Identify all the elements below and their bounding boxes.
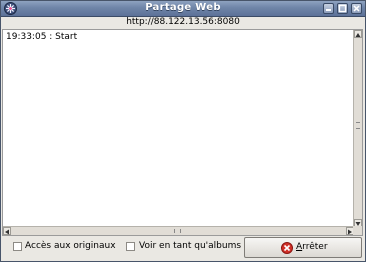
originals-checkbox[interactable] <box>13 242 22 251</box>
close-button[interactable] <box>351 3 362 14</box>
log-text-area[interactable]: 19:33:05 : Start <box>2 29 363 236</box>
minimize-icon <box>326 9 331 11</box>
maximize-button[interactable] <box>337 3 348 14</box>
stop-button-label: Arrêter <box>296 242 328 252</box>
stop-icon <box>281 242 293 254</box>
stop-button[interactable]: Arrêter <box>244 237 362 258</box>
app-window: Partage Web http://88.122.13.56:8080 19:… <box>0 0 366 262</box>
scroll-left-button[interactable] <box>3 227 11 235</box>
vertical-scroll-thumb[interactable] <box>356 122 360 129</box>
albums-checkbox[interactable] <box>126 242 135 251</box>
stop-label-rest: rrêter <box>302 242 328 252</box>
log-line: 19:33:05 : Start <box>6 32 78 42</box>
window-title: Partage Web <box>145 2 221 13</box>
minimize-button[interactable] <box>323 3 334 14</box>
scrollbar-corner <box>353 226 362 235</box>
arrow-up-icon <box>355 33 361 37</box>
horizontal-scrollbar[interactable] <box>3 226 354 235</box>
scroll-up-button[interactable] <box>354 30 362 38</box>
arrow-left-icon <box>5 229 9 235</box>
horizontal-scroll-thumb[interactable] <box>174 229 181 233</box>
vertical-scrollbar[interactable] <box>353 30 362 227</box>
server-url-label: http://88.122.13.56:8080 <box>126 17 240 27</box>
albums-checkbox-label[interactable]: Voir en tant qu'albums <box>139 241 241 251</box>
originals-checkbox-label[interactable]: Accès aux originaux <box>25 241 116 251</box>
maximize-icon <box>338 4 347 13</box>
title-bar[interactable]: Partage Web <box>1 1 365 17</box>
close-icon <box>353 5 360 12</box>
